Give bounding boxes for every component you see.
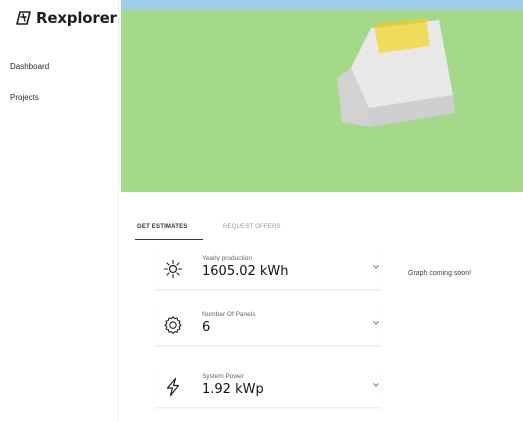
roof-3d-view[interactable] xyxy=(121,0,523,192)
estimate-value: 1605.02 kWh xyxy=(202,264,289,279)
building-model xyxy=(337,18,455,127)
estimate-label: Number Of Panels xyxy=(202,311,256,318)
tab-bar: GET ESTIMATES REQUEST OFFERS xyxy=(135,218,281,240)
sidebar-item-dashboard[interactable]: Dashboard xyxy=(10,62,49,71)
chevron-down-icon[interactable] xyxy=(371,380,381,390)
rexplorer-logo-icon xyxy=(16,11,31,25)
sidebar: Rexplorer Dashboard Projects xyxy=(0,0,119,422)
brand-name: Rexplorer xyxy=(36,9,117,27)
brand-logo[interactable]: Rexplorer xyxy=(15,9,117,27)
estimate-card-system-power[interactable]: System Power 1.92 kWp xyxy=(155,366,381,408)
graph-placeholder: Graph coming soon! xyxy=(408,270,472,277)
estimates-panel: GET ESTIMATES REQUEST OFFERS Yearly prod… xyxy=(121,192,523,422)
estimate-card-number-of-panels[interactable]: Number Of Panels 6 xyxy=(155,304,381,346)
estimate-label: System Power xyxy=(202,373,244,380)
chevron-down-icon[interactable] xyxy=(371,318,381,328)
estimate-card-yearly-production[interactable]: Yearly production 1605.02 kWh xyxy=(155,248,381,290)
gear-icon xyxy=(164,316,182,334)
tab-get-estimates[interactable]: GET ESTIMATES xyxy=(135,218,203,240)
chevron-down-icon[interactable] xyxy=(371,262,381,272)
sidebar-item-projects[interactable]: Projects xyxy=(10,93,39,102)
sun-icon xyxy=(163,259,183,279)
estimate-value: 6 xyxy=(202,320,211,335)
estimate-label: Yearly production xyxy=(202,255,252,262)
bolt-icon xyxy=(166,377,180,397)
tab-request-offers[interactable]: REQUEST OFFERS xyxy=(203,218,281,240)
estimate-value: 1.92 kWp xyxy=(202,382,264,397)
